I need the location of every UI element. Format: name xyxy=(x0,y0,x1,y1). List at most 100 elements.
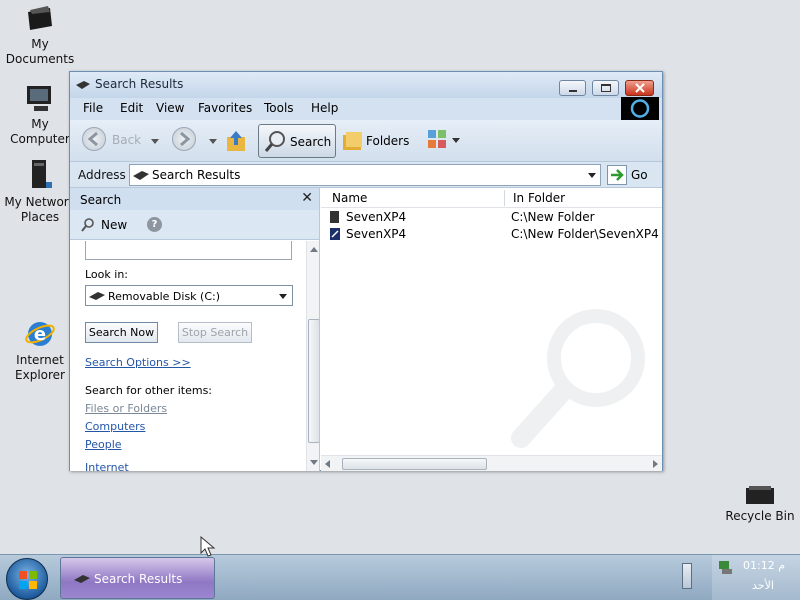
look-in-select[interactable]: Removable Disk (C:) xyxy=(85,285,293,306)
back-button[interactable] xyxy=(82,127,106,151)
desktop-icon-label: My Network Places xyxy=(4,195,76,224)
mouse-cursor-icon xyxy=(200,536,216,557)
menu-favorites[interactable]: Favorites xyxy=(198,101,252,115)
up-folder-icon[interactable] xyxy=(225,129,247,153)
internet-link[interactable]: Internet xyxy=(85,461,129,471)
search-options-link[interactable]: Search Options >> xyxy=(85,356,191,369)
back-dropdown-icon[interactable] xyxy=(151,139,159,144)
people-link[interactable]: People xyxy=(85,438,122,451)
stop-search-button[interactable]: Stop Search xyxy=(178,322,252,343)
address-value: Search Results xyxy=(152,168,241,182)
start-button[interactable] xyxy=(6,558,48,600)
new-search-icon[interactable] xyxy=(80,217,96,233)
file-folder: C:\New Folder\SevenXP4 xyxy=(511,227,659,241)
address-dropdown-icon[interactable] xyxy=(588,173,596,178)
hscroll-thumb[interactable] xyxy=(342,458,487,470)
address-bar: Address Search Results Go xyxy=(70,162,662,188)
look-in-value: Removable Disk (C:) xyxy=(108,290,221,303)
desktop-icon-recycle-bin[interactable]: Recycle Bin xyxy=(720,484,800,524)
scroll-thumb[interactable] xyxy=(308,319,319,443)
search-results-window: Search Results File Edit View Favorites … xyxy=(69,71,663,471)
look-in-label: Look in: xyxy=(85,268,128,281)
desktop-icon-my-computer[interactable]: My Computer xyxy=(0,82,80,147)
my-documents-icon xyxy=(28,6,52,30)
toolbar: Back Search Folders xyxy=(70,120,662,162)
column-folder-header[interactable]: In Folder xyxy=(513,191,565,205)
address-label: Address xyxy=(78,168,126,182)
go-button[interactable] xyxy=(607,165,627,185)
results-list: Name In Folder SevenXP4 C:\New Folder Se… xyxy=(321,188,662,471)
desktop-icon-my-documents[interactable]: My Documents xyxy=(0,2,80,67)
other-items-label: Search for other items: xyxy=(85,384,212,397)
desktop-icon-network-places[interactable]: My Network Places xyxy=(0,158,80,225)
views-icon xyxy=(428,130,460,148)
minimize-button[interactable] xyxy=(559,80,586,96)
close-button[interactable] xyxy=(625,80,654,96)
clock-time[interactable]: 01:12 م xyxy=(743,559,785,572)
go-label[interactable]: Go xyxy=(631,168,648,182)
svg-text:e: e xyxy=(34,324,46,345)
menu-file[interactable]: File xyxy=(83,101,103,115)
taskbar-task-label: Search Results xyxy=(94,572,183,586)
forward-arrow-icon xyxy=(180,131,191,147)
files-or-folders-link[interactable]: Files or Folders xyxy=(85,402,167,415)
taskbar-search-results-button[interactable]: Search Results xyxy=(60,557,215,599)
menu-bar: File Edit View Favorites Tools Help xyxy=(70,98,662,120)
table-row[interactable]: SevenXP4 C:\New Folder xyxy=(321,208,662,225)
maximize-icon xyxy=(601,84,611,92)
clock-day[interactable]: الأحد xyxy=(752,579,774,592)
menu-view[interactable]: View xyxy=(156,101,184,115)
menu-help[interactable]: Help xyxy=(311,101,338,115)
computers-link[interactable]: Computers xyxy=(85,420,145,433)
address-field[interactable]: Search Results xyxy=(129,164,601,186)
results-hscrollbar[interactable] xyxy=(321,455,662,471)
network-places-icon xyxy=(32,160,52,188)
search-pane-scrollbar[interactable] xyxy=(306,241,319,471)
recycle-bin-icon xyxy=(746,486,774,504)
search-name-input[interactable] xyxy=(85,241,292,260)
scroll-down-icon[interactable] xyxy=(310,460,318,465)
drive-icon xyxy=(89,292,105,300)
table-row[interactable]: SevenXP4 C:\New Folder\SevenXP4 xyxy=(321,225,662,242)
show-desktop-button[interactable] xyxy=(682,563,692,589)
column-separator[interactable] xyxy=(504,190,505,206)
new-search-button[interactable]: New xyxy=(101,218,127,232)
scroll-right-icon[interactable] xyxy=(653,460,658,468)
views-toolbar-button[interactable] xyxy=(426,124,462,158)
search-pane-title: Search xyxy=(80,193,122,207)
menu-edit[interactable]: Edit xyxy=(120,101,143,115)
maximize-button[interactable] xyxy=(592,80,619,96)
folders-toolbar-button[interactable]: Folders xyxy=(340,124,412,158)
file-folder: C:\New Folder xyxy=(511,210,595,224)
watermark-magnifier-icon xyxy=(511,309,645,448)
search-pane-body: Look in: Removable Disk (C:) Search Now … xyxy=(70,241,306,471)
help-icon[interactable]: ? xyxy=(147,217,162,232)
scroll-up-icon[interactable] xyxy=(310,247,318,252)
folders-toolbar-label: Folders xyxy=(366,134,410,148)
internet-explorer-icon: e xyxy=(25,322,55,346)
file-name: SevenXP4 xyxy=(346,210,407,224)
desktop-icon-label: Recycle Bin xyxy=(725,509,795,523)
minimize-icon xyxy=(569,90,577,92)
go-arrow-icon xyxy=(611,169,624,181)
close-pane-icon[interactable]: ✕ xyxy=(301,190,313,206)
close-icon xyxy=(635,83,645,93)
network-tray-icon[interactable] xyxy=(717,559,733,575)
desktop-icon-label: My Computer xyxy=(10,117,70,146)
search-toolbar-button[interactable]: Search xyxy=(258,124,336,158)
forward-dropdown-icon[interactable] xyxy=(209,139,217,144)
drive-icon xyxy=(133,171,149,180)
title-bar[interactable]: Search Results xyxy=(70,72,662,98)
column-name-header[interactable]: Name xyxy=(332,191,367,205)
file-icon xyxy=(330,211,339,223)
search-now-button[interactable]: Search Now xyxy=(85,322,158,343)
forward-button[interactable] xyxy=(172,127,196,151)
drive-icon xyxy=(74,575,90,583)
menu-tools[interactable]: Tools xyxy=(264,101,294,115)
system-tray: 01:12 م الأحد xyxy=(712,555,800,600)
look-in-dropdown-icon[interactable] xyxy=(279,294,287,299)
my-computer-icon xyxy=(27,86,51,111)
desktop-icon-internet-explorer[interactable]: e Internet Explorer xyxy=(0,318,80,383)
taskbar: Search Results 01:12 م الأحد xyxy=(0,554,800,600)
scroll-left-icon[interactable] xyxy=(325,460,330,468)
